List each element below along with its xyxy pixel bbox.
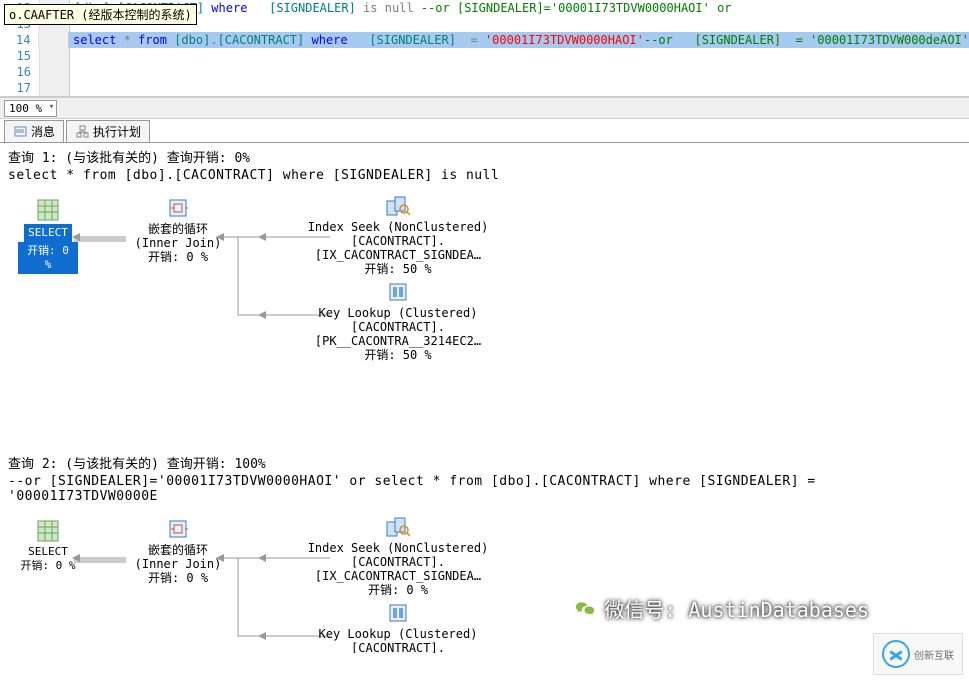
query2-select-node[interactable]: SELECT 开销: 0 % [18, 520, 78, 573]
query2-seek-l2: [CACONTRACT].[IX_CACONTRACT_SIGNDEA… [268, 555, 528, 583]
code-content[interactable] [70, 16, 969, 32]
query1-loop-l3: 开销: 0 % [128, 250, 228, 264]
query1-lookup-l1: Key Lookup (Clustered) [268, 306, 528, 320]
query2-index-seek-node[interactable]: Index Seek (NonClustered) [CACONTRACT].[… [268, 516, 528, 597]
query2-plan-canvas: SELECT 开销: 0 % 嵌套的循环 (Inner Join) 开销: 0 … [0, 510, 969, 653]
editor-line[interactable]: 17 [0, 80, 969, 96]
line-number: 17 [0, 80, 40, 96]
query1-select-label: SELECT [24, 224, 72, 242]
nested-loop-icon [128, 197, 228, 219]
wechat-icon [572, 596, 598, 622]
key-lookup-icon [268, 281, 528, 303]
query1-nested-loop-node[interactable]: 嵌套的循环 (Inner Join) 开销: 0 % [128, 197, 228, 264]
zoom-bar: 100 % [0, 97, 969, 119]
query1-lookup-l2: [CACONTRACT].[PK__CACONTRA__3214EC2… [268, 320, 528, 348]
execution-plan-area[interactable]: 查询 1: (与该批有关的) 查询开销: 0% select * from [d… [0, 143, 969, 653]
query1-loop-l1: 嵌套的循环 [128, 222, 228, 236]
query1-header: 查询 1: (与该批有关的) 查询开销: 0% [0, 143, 969, 168]
brand-x-icon [882, 640, 910, 668]
results-tabs: 消息 执行计划 [0, 119, 969, 143]
query2-key-lookup-node[interactable]: Key Lookup (Clustered) [CACONTRACT].[PK_… [268, 602, 528, 653]
brand-logo: 创新互联 [873, 633, 963, 675]
query2-loop-l3: 开销: 0 % [128, 571, 228, 585]
nested-loop-icon [128, 518, 228, 540]
code-content[interactable] [70, 48, 969, 64]
query1-loop-l2: (Inner Join) [128, 236, 228, 250]
query1-select-cost: 开销: 0 % [18, 242, 78, 274]
index-seek-icon [268, 195, 528, 217]
query1-seek-l2: [CACONTRACT].[IX_CACONTRACT_SIGNDEA… [268, 234, 528, 262]
query2-loop-l1: 嵌套的循环 [128, 543, 228, 557]
editor-margin [40, 48, 70, 64]
select-result-icon [18, 199, 78, 221]
code-content[interactable]: [dbo].[CACONTRACT] where [SIGNDEALER] is… [70, 0, 969, 16]
wechat-watermark: 微信号: AustinDatabases [572, 594, 869, 623]
index-seek-icon [268, 516, 528, 538]
query2-nested-loop-node[interactable]: 嵌套的循环 (Inner Join) 开销: 0 % [128, 518, 228, 585]
plan-icon [75, 125, 89, 139]
query1-key-lookup-node[interactable]: Key Lookup (Clustered) [CACONTRACT].[PK_… [268, 281, 528, 362]
code-content[interactable]: select * from [dbo].[CACONTRACT] where [… [69, 32, 969, 48]
line-number: 14 [0, 32, 39, 48]
wechat-text: 微信号: AustinDatabases [604, 594, 869, 623]
editor-margin [40, 64, 70, 80]
zoom-dropdown[interactable]: 100 % [4, 100, 57, 117]
editor-margin [40, 80, 70, 96]
query2-loop-l2: (Inner Join) [128, 557, 228, 571]
query1-lookup-l3: 开销: 50 % [268, 348, 528, 362]
query1-index-seek-node[interactable]: Index Seek (NonClustered) [CACONTRACT].[… [268, 195, 528, 276]
tab-execution-plan[interactable]: 执行计划 [66, 120, 150, 142]
query1-seek-l3: 开销: 50 % [268, 262, 528, 276]
query2-lookup-l2: [CACONTRACT].[PK__CACONTRA__3214EC2… [268, 641, 528, 653]
tab-plan-label: 执行计划 [93, 123, 141, 140]
query1-plan-canvas: SELECT 开销: 0 % 嵌套的循环 (Inner Join) 开销: 0 … [0, 189, 969, 369]
query1-seek-l1: Index Seek (NonClustered) [268, 220, 528, 234]
editor-line[interactable]: 15 [0, 48, 969, 64]
editor-line[interactable]: 16 [0, 64, 969, 80]
select-result-icon [18, 520, 78, 542]
query2-header: 查询 2: (与该批有关的) 查询开销: 100% [0, 449, 969, 474]
brand-text: 创新互联 [914, 647, 954, 662]
query1-select-node[interactable]: SELECT 开销: 0 % [18, 199, 78, 274]
query1-sql: select * from [dbo].[CACONTRACT] where [… [0, 168, 969, 189]
key-lookup-icon [268, 602, 528, 624]
version-control-tooltip: o.CAAFTER (经版本控制的系统) [4, 4, 197, 25]
tab-messages[interactable]: 消息 [4, 120, 64, 142]
code-content[interactable] [70, 64, 969, 80]
query2-seek-l3: 开销: 0 % [268, 583, 528, 597]
code-content[interactable] [70, 80, 969, 96]
query2-seek-l1: Index Seek (NonClustered) [268, 541, 528, 555]
editor-line[interactable]: 14 select * from [dbo].[CACONTRACT] where… [0, 32, 969, 48]
line-number: 16 [0, 64, 40, 80]
messages-icon [13, 125, 27, 139]
editor-margin [39, 32, 69, 48]
query2-lookup-l1: Key Lookup (Clustered) [268, 627, 528, 641]
query2-select-label: SELECT [18, 545, 78, 559]
line-number: 15 [0, 48, 40, 64]
query2-select-cost: 开销: 0 % [18, 559, 78, 573]
query2-sql: --or [SIGNDEALER]='00001I73TDVW0000HAOI'… [0, 474, 969, 510]
tab-messages-label: 消息 [31, 123, 55, 140]
